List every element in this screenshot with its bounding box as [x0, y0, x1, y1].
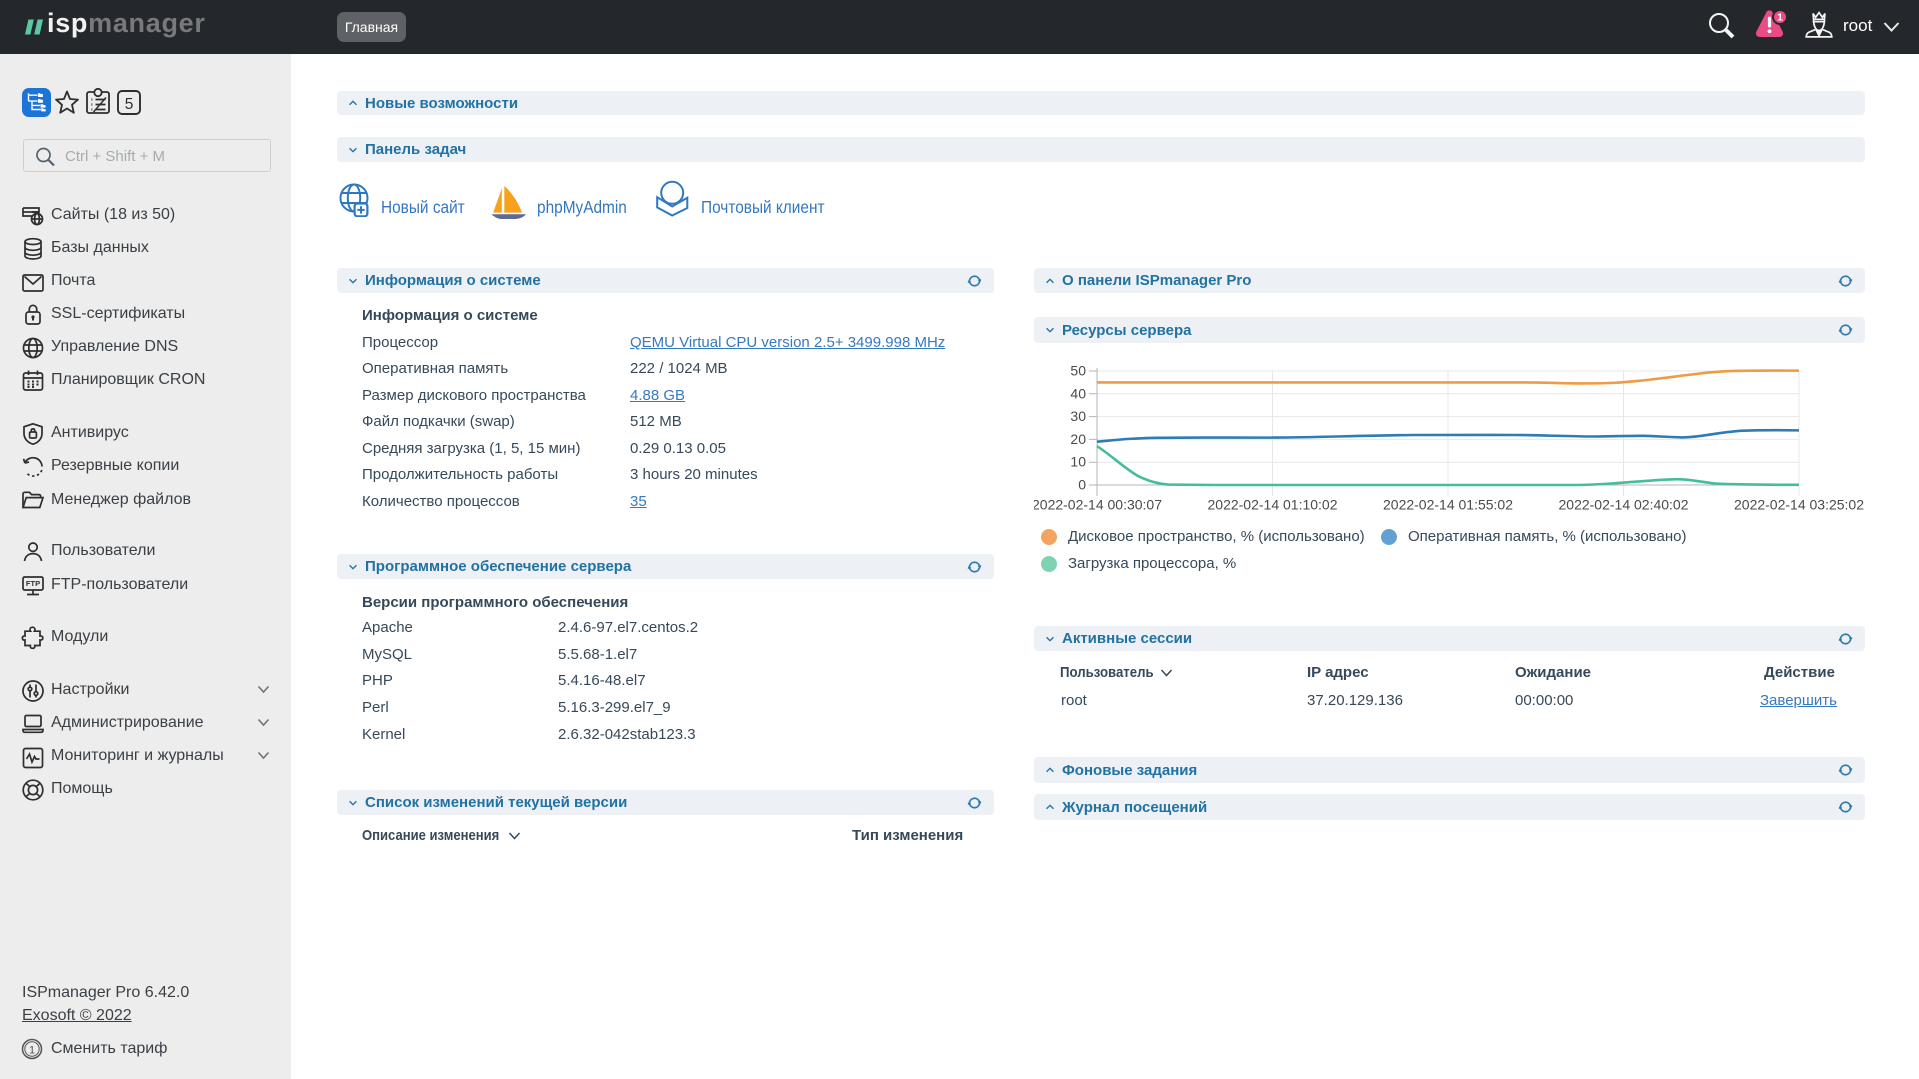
- svg-text:1: 1: [1777, 12, 1783, 24]
- svg-text:50: 50: [1070, 363, 1086, 379]
- svg-text:20: 20: [1070, 431, 1086, 447]
- svg-text:2022-02-14 00:30:07: 2022-02-14 00:30:07: [1034, 497, 1162, 513]
- svg-text:1: 1: [29, 1045, 35, 1057]
- svg-text:0: 0: [1078, 477, 1086, 493]
- svg-text:30: 30: [1070, 408, 1086, 424]
- svg-text:10: 10: [1070, 454, 1086, 470]
- svg-text:2022-02-14 01:55:02: 2022-02-14 01:55:02: [1383, 497, 1513, 513]
- svg-text:40: 40: [1070, 385, 1086, 401]
- svg-text:5: 5: [125, 96, 134, 113]
- svg-text:2022-02-14 02:40:02: 2022-02-14 02:40:02: [1559, 497, 1689, 513]
- svg-text:FTP: FTP: [26, 579, 40, 588]
- svg-text:2022-02-14 03:25:02: 2022-02-14 03:25:02: [1734, 497, 1864, 513]
- svg-text:2022-02-14 01:10:02: 2022-02-14 01:10:02: [1208, 497, 1338, 513]
